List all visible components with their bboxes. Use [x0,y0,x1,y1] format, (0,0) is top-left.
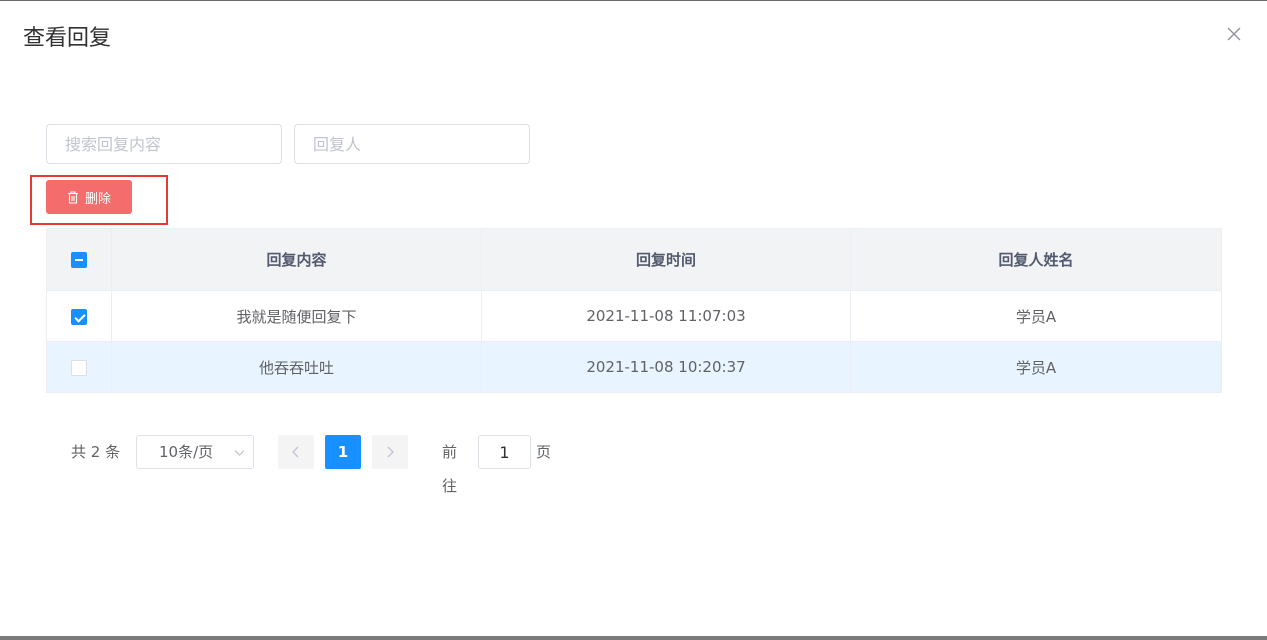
replier-name-cell: 学员A [850,290,1222,342]
prev-page-button[interactable] [278,435,314,469]
select-all-cell [46,228,112,291]
reply-time-cell: 2021-11-08 11:07:03 [481,290,851,342]
column-header-content[interactable]: 回复内容 [111,228,482,291]
column-header-name[interactable]: 回复人姓名 [850,228,1222,291]
replier-input[interactable] [294,124,530,164]
page-number-button[interactable]: 1 [325,435,361,469]
pagination-total: 共 2 条 [71,443,121,461]
chevron-down-icon [234,450,245,456]
delete-button[interactable]: 删除 [46,180,132,214]
table-row[interactable]: 我就是随便回复下 2021-11-08 11:07:03 学员A [46,290,1222,342]
bottom-border [0,636,1267,640]
top-border [0,0,1267,1]
select-all-checkbox[interactable] [71,252,87,268]
page-size-select[interactable]: 10条/页 [136,435,254,469]
dialog-title: 查看回复 [23,26,112,51]
reply-time-cell: 2021-11-08 10:20:37 [481,341,851,393]
row-select-cell [46,290,112,342]
page-suffix-label: 页 [536,443,552,461]
delete-button-label: 删除 [84,191,111,207]
reply-content-cell: 我就是随便回复下 [111,290,482,342]
goto-page-input[interactable] [478,435,531,469]
row-checkbox[interactable] [71,359,87,376]
row-select-cell [46,341,112,393]
row-checkbox[interactable] [71,308,87,325]
chevron-right-icon [387,446,394,458]
replier-name-cell: 学员A [850,341,1222,393]
goto-label: 前往 [442,443,458,495]
column-header-time[interactable]: 回复时间 [481,228,851,291]
search-content-input[interactable] [46,124,282,164]
close-icon[interactable] [1222,22,1246,46]
next-page-button[interactable] [372,435,408,469]
page-size-value: 10条/页 [159,443,214,461]
trash-icon [67,190,78,204]
table-row[interactable]: 他吞吞吐吐 2021-11-08 10:20:37 学员A [46,341,1222,393]
reply-table: 回复内容 回复时间 回复人姓名 我就是随便回复下 2021-11-08 11:0… [46,228,1222,393]
reply-content-cell: 他吞吞吐吐 [111,341,482,393]
table-header-row: 回复内容 回复时间 回复人姓名 [46,228,1222,291]
chevron-left-icon [292,446,299,458]
